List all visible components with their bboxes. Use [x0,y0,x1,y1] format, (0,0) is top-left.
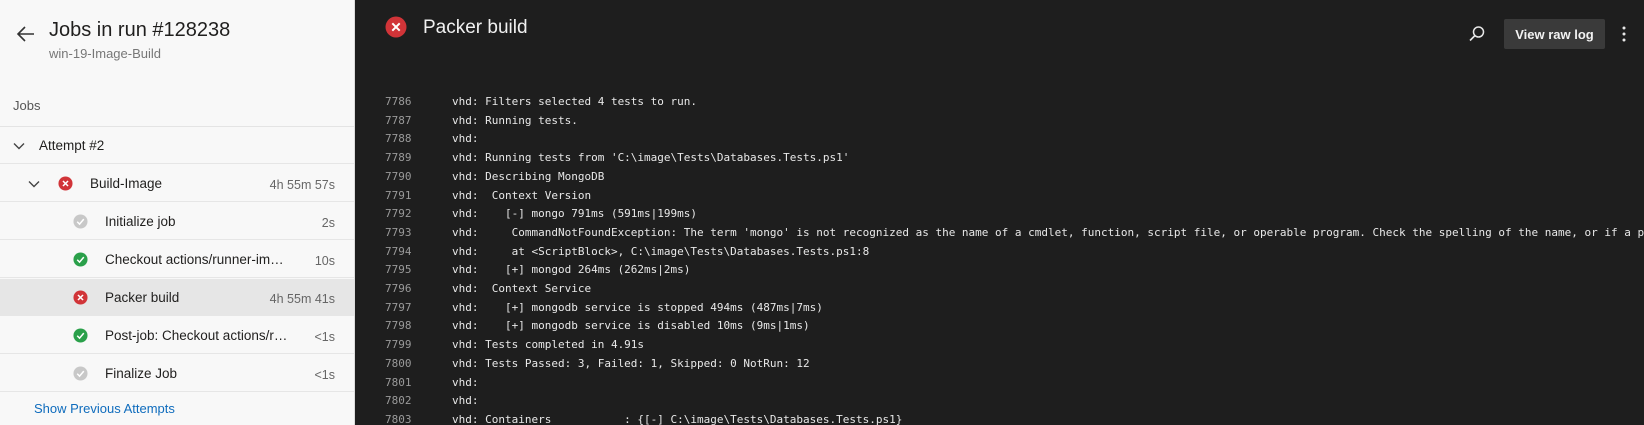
step-row-checkout[interactable]: Checkout actions/runner-images 10s [0,241,354,278]
log-line: 7790 vhd: Describing MongoDB [356,168,1644,187]
attempt-row[interactable]: Attempt #2 [0,127,354,164]
failed-status-icon [385,16,407,38]
log-line: 7800 vhd: Tests Passed: 3, Failed: 1, Ski… [356,355,1644,374]
log-line: 7794 vhd: at <ScriptBlock>, C:\image\Test… [356,243,1644,262]
log-line-number: 7793 [385,225,412,239]
log-line: 7797 vhd: [+] mongodb service is stopped … [356,299,1644,318]
log-line-text: vhd: CommandNotFoundException: The term … [452,225,1644,239]
log-line: 7798 vhd: [+] mongodb service is disabled… [356,317,1644,336]
log-line-text: vhd: Filters selected 4 tests to run. [452,95,698,108]
log-line-number: 7801 [385,375,412,389]
log-line-text: vhd: Context Version [452,188,592,202]
failed-status-icon [73,290,88,305]
log-line-number: 7792 [385,207,412,221]
log-line-number: 7797 [385,300,412,314]
log-line-text: vhd: Tests Passed: 3, Failed: 1, Skipped… [452,356,810,370]
succeeded-status-icon [73,252,88,267]
log-line: 7802 vhd: [356,392,1644,411]
step-row-packer-build[interactable]: Packer build 4h 55m 41s [0,279,354,316]
step-duration: <1s [314,368,335,382]
log-line-number: 7791 [385,188,412,202]
log-line-number: 7788 [385,132,412,146]
log-line: 7791 vhd: Context Version [356,187,1644,206]
log-line: 7796 vhd: Context Service [356,280,1644,299]
show-previous-attempts-link[interactable]: Show Previous Attempts [34,401,175,416]
attempt-label: Attempt #2 [39,138,105,153]
job-row-build-image[interactable]: Build-Image 4h 55m 57s [0,165,354,202]
step-label: Initialize job [105,214,176,229]
log-line-text: vhd: Running tests. [452,113,578,127]
step-label: Checkout actions/runner-images [105,252,285,267]
log-line-number: 7790 [385,169,412,183]
log-line-text: vhd: Describing MongoDB [452,169,605,183]
step-duration: <1s [314,330,335,344]
log-line-text: vhd: Running tests from 'C:\image\Tests\… [452,151,850,165]
log-line: 7799 vhd: Tests completed in 4.91s [356,336,1644,355]
step-duration: 10s [314,254,335,268]
log-line-number: 7787 [385,113,412,127]
step-row-finalize-job[interactable]: Finalize Job <1s [0,355,354,392]
log-line-number: 7803 [385,412,412,425]
search-icon[interactable] [1468,25,1486,43]
log-line-text: vhd: [+] mongod 264ms (262ms|2ms) [452,263,691,277]
log-line-text: vhd: [452,132,479,146]
step-row-initialize-job[interactable]: Initialize job 2s [0,203,354,240]
failed-status-icon [58,176,73,191]
job-label: Build-Image [90,176,163,191]
log-line: 7803 vhd: Containers : {[-] C:\image\Test… [356,411,1644,425]
step-row-post-job-checkout[interactable]: Post-job: Checkout actions/runner-images… [0,317,354,354]
log-line: 7786 vhd: Filters selected 4 tests to run… [356,93,1644,112]
log-line-number: 7789 [385,151,412,165]
chevron-down-icon[interactable] [27,177,41,191]
chevron-down-icon[interactable] [12,139,26,153]
log-line-number: 7798 [385,319,412,333]
succeeded-status-icon [73,328,88,343]
log-line-text: vhd: Containers : {[-] C:\image\Tests\Da… [452,412,903,425]
log-line: 7789 vhd: Running tests from 'C:\image\Te… [356,149,1644,168]
step-label: Finalize Job [105,366,178,381]
view-raw-log-button[interactable]: View raw log [1504,19,1605,49]
log-line-number: 7800 [385,356,412,370]
job-duration: 4h 55m 57s [269,178,335,192]
log-line-text: vhd: [+] mongodb service is disabled 10m… [452,319,810,333]
jobs-section-label: Jobs [13,98,41,113]
log-line-text: vhd: Tests completed in 4.91s [452,338,645,352]
log-line: 7788 vhd: [356,130,1644,149]
log-line-number: 7794 [385,244,412,258]
back-arrow-icon[interactable] [14,22,38,46]
log-line-number: 7796 [385,282,412,295]
step-duration: 2s [321,216,335,230]
log-line-text: vhd: [452,375,479,389]
log-panel: Packer build View raw log 7786 vhd: Filte… [356,0,1644,425]
log-line-text: vhd: at <ScriptBlock>, C:\image\Tests\Da… [452,244,870,258]
pipeline-name: win-19-Image-Build [49,46,161,61]
log-line: 7793 vhd: CommandNotFoundException: The t… [356,224,1644,243]
step-duration: 4h 55m 41s [269,292,335,306]
log-line-text: vhd: Context Service [452,282,592,295]
log-line-number: 7786 [385,95,412,108]
jobs-panel: Jobs in run #128238 win-19-Image-Build J… [0,0,355,425]
log-line-text: vhd: [452,394,479,408]
log-line-text: vhd: [-] mongo 791ms (591ms|199ms) [452,207,698,221]
log-line-text: vhd: [+] mongodb service is stopped 494m… [452,300,823,314]
log-line-number: 7799 [385,338,412,352]
page-title: Jobs in run #128238 [49,19,231,41]
skipped-status-icon [73,214,88,229]
log-line: 7801 vhd: [356,374,1644,393]
more-options-icon[interactable] [1621,25,1627,43]
step-label: Post-job: Checkout actions/runner-images [105,328,288,343]
log-line: 7787 vhd: Running tests. [356,112,1644,131]
step-label: Packer build [105,290,180,305]
log-line-number: 7795 [385,263,412,277]
log-title: Packer build [423,17,528,38]
log-line: 7792 vhd: [-] mongo 791ms (591ms|199ms) [356,205,1644,224]
log-line: 7795 vhd: [+] mongod 264ms (262ms|2ms) [356,261,1644,280]
log-line-number: 7802 [385,394,412,408]
skipped-status-icon [73,366,88,381]
jobs-header: Jobs in run #128238 win-19-Image-Build [0,0,354,80]
